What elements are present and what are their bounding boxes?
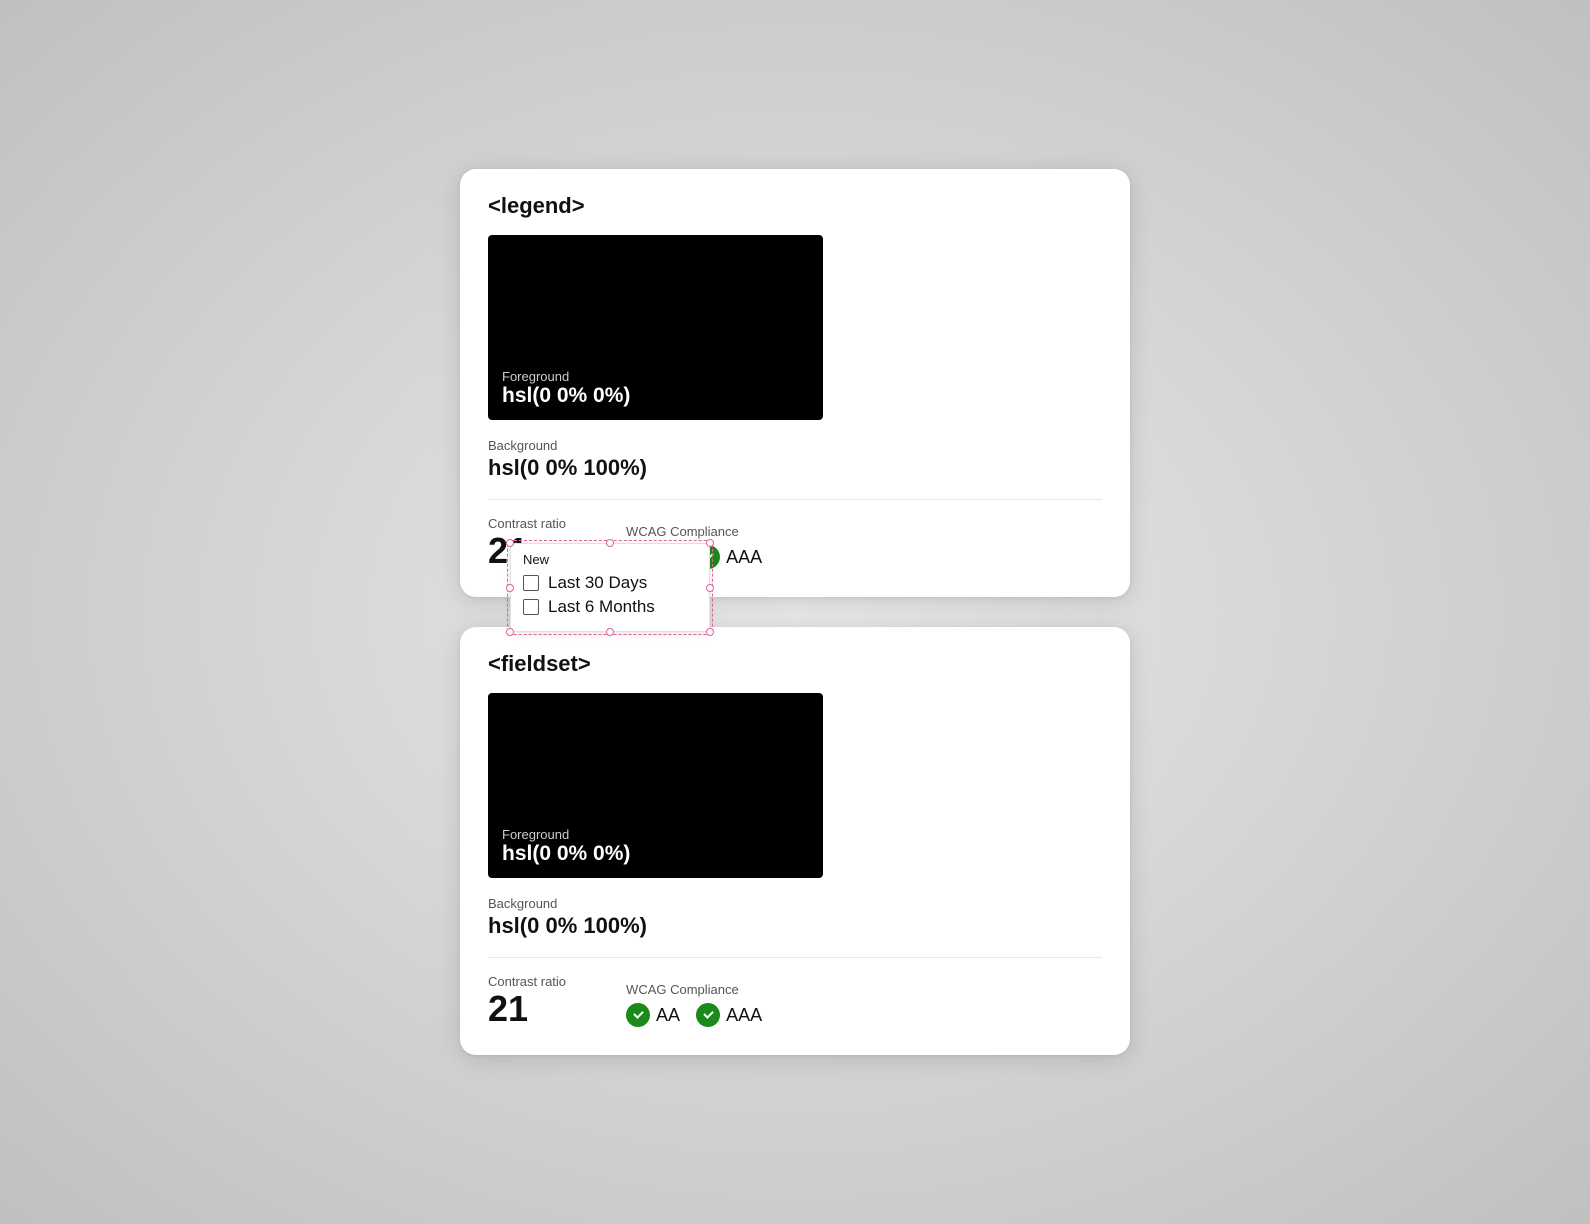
popup-item-last30[interactable]: Last 30 Days — [523, 573, 695, 593]
card1-color-info-row: Background hsl(0 0% 100%) — [488, 438, 1102, 481]
card2-aaa-check-icon — [696, 1003, 720, 1027]
card2-contrast-row: Contrast ratio 21 WCAG Compliance AA AAA — [488, 974, 1102, 1027]
card2-contrast-block: Contrast ratio 21 — [488, 974, 566, 1027]
card1-bg-label: Background — [488, 438, 647, 453]
card2-aaa-label: AAA — [726, 1005, 762, 1026]
card2-contrast-label: Contrast ratio — [488, 974, 566, 989]
legend-card: <legend> Foreground hsl(0 0% 0%) Backgro… — [460, 169, 1130, 597]
handle-bl — [506, 628, 514, 636]
card2-bg-block: Background hsl(0 0% 100%) — [488, 896, 647, 939]
card1-title: <legend> — [488, 193, 1102, 219]
card1-color-preview: Foreground hsl(0 0% 0%) — [488, 235, 823, 420]
card2-wcag-label: WCAG Compliance — [626, 982, 762, 997]
card1-fg-label-inside: Foreground — [502, 369, 630, 384]
handle-tl — [506, 539, 514, 547]
card2-wcag-block: WCAG Compliance AA AAA — [626, 982, 762, 1027]
card2-color-info-row: Background hsl(0 0% 100%) — [488, 896, 1102, 939]
popup-label-last30: Last 30 Days — [548, 573, 647, 593]
handle-tr — [706, 539, 714, 547]
handle-bm — [606, 628, 614, 636]
handle-tm — [606, 539, 614, 547]
popup-item-last6months[interactable]: Last 6 Months — [523, 597, 695, 617]
card2-fg-value-inside: hsl(0 0% 0%) — [502, 842, 630, 866]
card1-bg-block: Background hsl(0 0% 100%) — [488, 438, 647, 481]
handle-ml — [506, 584, 514, 592]
card1-fg-value-inside: hsl(0 0% 0%) — [502, 384, 630, 408]
card1-bg-value: hsl(0 0% 100%) — [488, 455, 647, 481]
card2-aaa-badge: AAA — [696, 1003, 762, 1027]
card2-fg-label-inside: Foreground — [502, 827, 630, 842]
card2-wcag-badges: AA AAA — [626, 1003, 762, 1027]
card2-aa-check-icon — [626, 1003, 650, 1027]
card2-aa-label: AA — [656, 1005, 680, 1026]
card1-aaa-label: AAA — [726, 547, 762, 568]
card1-divider — [488, 499, 1102, 500]
fieldset-card: <fieldset> Foreground hsl(0 0% 0%) Backg… — [460, 627, 1130, 1055]
card2-title: <fieldset> — [488, 651, 1102, 677]
filter-popup[interactable]: New Last 30 Days Last 6 Months — [510, 543, 710, 632]
popup-legend-text: New — [523, 552, 695, 567]
card2-aa-badge: AA — [626, 1003, 680, 1027]
card1-wcag-label: WCAG Compliance — [626, 524, 762, 539]
card1-contrast-label: Contrast ratio — [488, 516, 566, 531]
card2-color-preview: Foreground hsl(0 0% 0%) — [488, 693, 823, 878]
card2-bg-label: Background — [488, 896, 647, 911]
card2-contrast-value: 21 — [488, 991, 566, 1027]
card2-divider — [488, 957, 1102, 958]
popup-checkbox-last30[interactable] — [523, 575, 539, 591]
popup-label-last6months: Last 6 Months — [548, 597, 655, 617]
handle-mr — [706, 584, 714, 592]
handle-br — [706, 628, 714, 636]
card2-bg-value: hsl(0 0% 100%) — [488, 913, 647, 939]
popup-checkbox-last6months[interactable] — [523, 599, 539, 615]
